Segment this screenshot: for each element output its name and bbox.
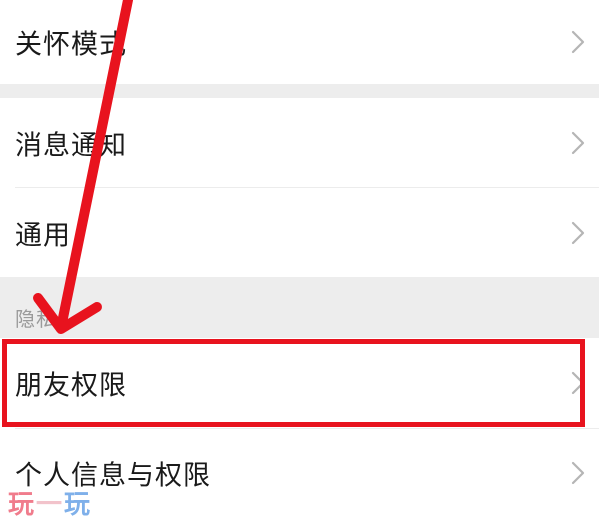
watermark-logo: 玩一玩 bbox=[8, 484, 92, 521]
settings-item-friend-permissions[interactable]: 朋友权限 bbox=[0, 338, 599, 428]
settings-item-label: 朋友权限 bbox=[15, 370, 127, 402]
settings-item-label: 消息通知 bbox=[15, 130, 127, 162]
watermark-char: 玩 bbox=[64, 490, 93, 520]
settings-item-notifications[interactable]: 消息通知 bbox=[0, 98, 599, 188]
chevron-right-icon bbox=[571, 221, 585, 244]
chevron-right-icon bbox=[571, 30, 585, 54]
chevron-right-icon bbox=[571, 371, 585, 395]
settings-item-general[interactable]: 通用 bbox=[0, 188, 599, 277]
settings-item-label: 通用 bbox=[15, 220, 71, 251]
section-label: 隐私 bbox=[15, 307, 57, 331]
chevron-right-icon bbox=[571, 131, 585, 155]
privacy-section-header: 隐私 bbox=[0, 277, 599, 338]
watermark-char: 一 bbox=[36, 490, 65, 520]
section-gap bbox=[0, 84, 599, 98]
settings-item-care-mode[interactable]: 关怀模式 bbox=[0, 0, 599, 84]
watermark-char: 玩 bbox=[8, 490, 37, 520]
settings-item-label: 关怀模式 bbox=[15, 29, 127, 61]
chevron-right-icon bbox=[571, 461, 585, 485]
